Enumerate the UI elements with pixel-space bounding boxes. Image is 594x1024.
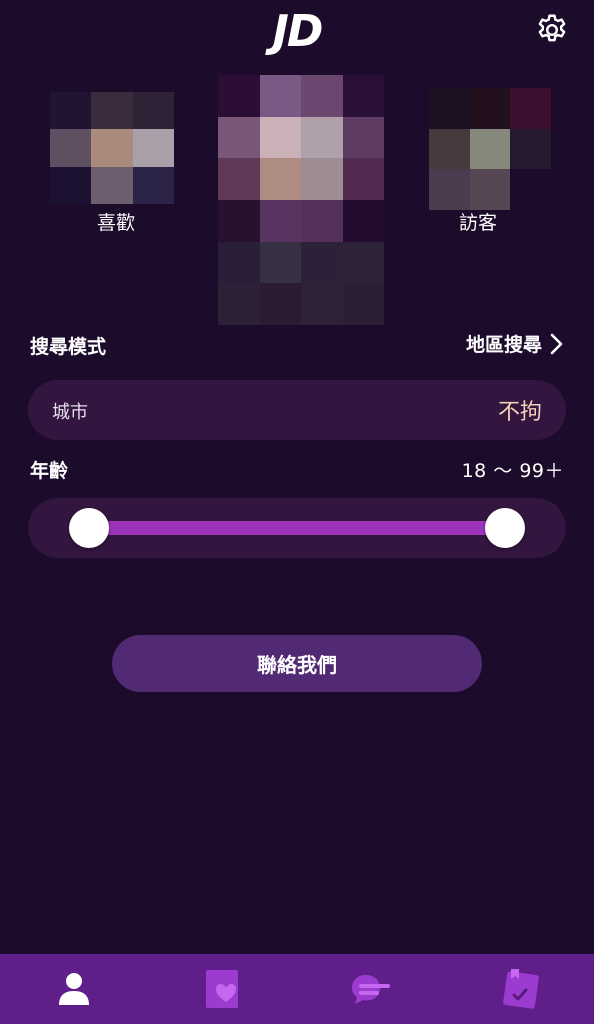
age-range-value: 18 ～ 99＋ [461,460,564,482]
profile-icon [59,973,90,1005]
photo-pixel [132,129,174,167]
photo-pixel [301,200,343,242]
heart-card-icon [205,970,238,1008]
photo-pixel [429,169,470,210]
contact-us-button[interactable]: 聯絡我們 [112,635,482,692]
nav-profile[interactable] [34,959,114,1019]
photo-pixel [132,166,174,204]
photo-pixel [301,75,343,117]
visitor-photo[interactable] [429,88,551,210]
photo-pixel [91,166,133,204]
photo-pixel [218,75,260,117]
photo-pixel [342,158,384,200]
photo-pixel [259,200,301,242]
city-label: 城市 [52,402,88,423]
profile-photo[interactable] [218,75,384,325]
age-slider-track [89,521,505,535]
photo-pixel [301,241,343,284]
photo-pixel [50,166,92,204]
photo-pixel [259,75,301,117]
search-mode-label: 搜尋模式 [30,336,107,358]
photo-pixel [342,241,384,284]
photo-pixel [218,241,260,284]
nav-tasks[interactable] [480,959,560,1019]
photo-pixel [469,169,511,210]
like-label: 喜歡 [96,212,135,234]
age-label: 年齡 [30,460,69,482]
photo-pixel [342,283,384,325]
photo-pixel [510,128,551,170]
settings-button[interactable] [532,10,572,50]
photo-pixel [91,92,133,130]
photo-pixel [218,158,260,200]
photo-pixel [342,200,384,242]
age-min-handle[interactable] [69,508,109,548]
photo-pixel [342,116,384,159]
photo-pixel [50,92,92,130]
app-screen: JD 喜歡 訪客 搜尋模式 地區搜尋 城市 不拘 年齡 18 ～ 99＋ 聯絡我… [0,0,594,1024]
city-selector[interactable]: 城市 不拘 [28,380,566,440]
nav-messages[interactable] [331,959,411,1019]
search-mode-selector[interactable]: 地區搜尋 [466,330,564,357]
photo-pixel [218,283,260,325]
age-max-handle[interactable] [485,508,525,548]
photo-pixel [259,158,301,200]
photo-pixel [259,283,301,325]
photo-pixel [469,128,511,170]
photo-pixel [301,116,343,159]
bottom-nav [0,954,594,1024]
chat-bubble-icon [352,975,391,1004]
chevron-right-icon [550,333,563,354]
city-value: 不拘 [497,400,542,425]
photo-pixel [259,116,301,159]
photo-pixel [342,75,384,117]
gear-icon [538,14,566,42]
photo-pixel [218,200,260,242]
photo-pixel [429,128,470,170]
photo-pixel [301,158,343,200]
photo-pixel [429,88,470,129]
photo-pixel [91,129,133,167]
search-mode-value: 地區搜尋 [465,334,542,356]
app-logo: JD [272,6,324,57]
liked-photo[interactable] [50,92,174,204]
photo-pixel [301,283,343,325]
photo-pixel [132,92,174,130]
nav-likes[interactable] [183,959,263,1019]
photo-pixel [469,88,511,129]
visitor-label: 訪客 [458,212,497,234]
photo-pixel [510,88,551,129]
photo-pixel [259,241,301,284]
checklist-icon [502,969,539,1009]
photo-pixel [510,169,551,210]
photo-pixel [218,116,260,159]
photo-pixel [50,129,92,167]
